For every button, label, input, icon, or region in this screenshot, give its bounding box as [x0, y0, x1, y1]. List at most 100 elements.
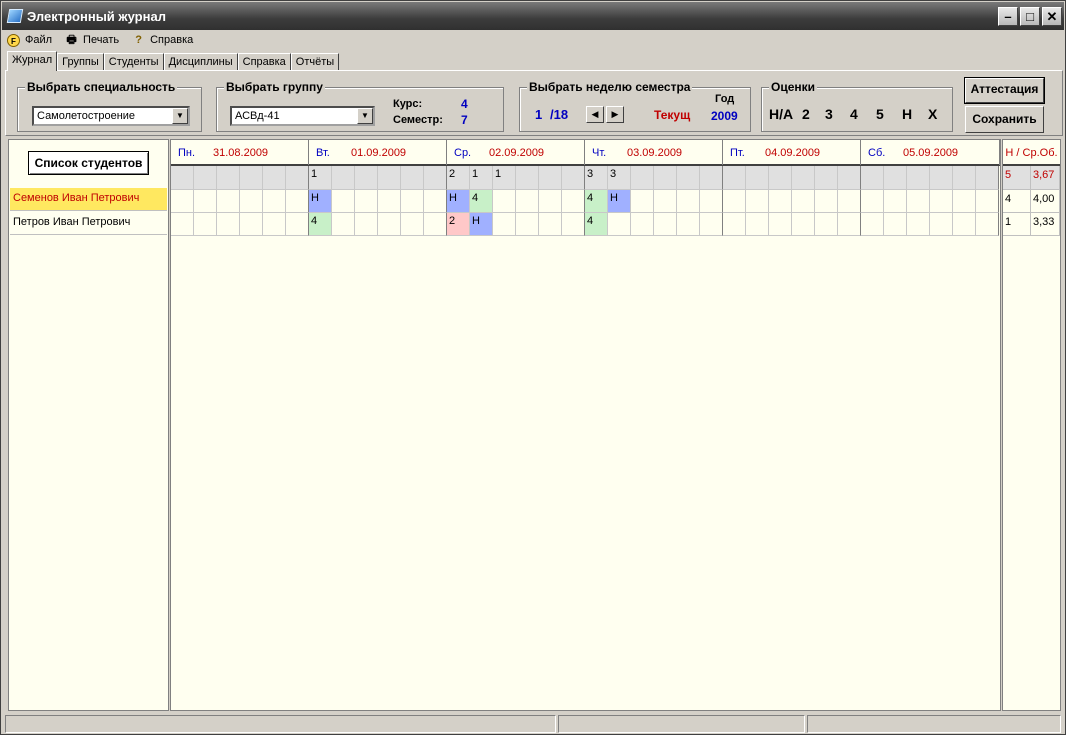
tab-journal[interactable]: Журнал: [7, 51, 58, 71]
grade-cell[interactable]: [838, 213, 861, 236]
grade-cell[interactable]: [263, 213, 286, 236]
grade-cell[interactable]: [194, 213, 217, 236]
grade-cell[interactable]: [562, 190, 585, 213]
grade-cell[interactable]: [654, 190, 677, 213]
grade-cell[interactable]: [861, 190, 884, 213]
grade-cell[interactable]: 4: [585, 213, 608, 236]
grade-cell[interactable]: [424, 190, 447, 213]
tab-reports[interactable]: Отчёты: [290, 53, 340, 71]
tab-students[interactable]: Студенты: [103, 53, 164, 71]
grade-cell[interactable]: [654, 213, 677, 236]
grade-cell[interactable]: 4: [470, 190, 493, 213]
tab-groups[interactable]: Группы: [57, 53, 104, 71]
grade-cell[interactable]: [769, 213, 792, 236]
lesson-number-cell[interactable]: [378, 166, 401, 190]
save-button[interactable]: Сохранить: [965, 106, 1044, 133]
lesson-number-cell[interactable]: [723, 166, 746, 190]
grade-cell[interactable]: [907, 213, 930, 236]
lesson-number-cell[interactable]: [424, 166, 447, 190]
lesson-number-cell[interactable]: [217, 166, 240, 190]
grade-cell[interactable]: [677, 190, 700, 213]
lesson-number-cell[interactable]: [332, 166, 355, 190]
grade-4-button[interactable]: 4: [850, 106, 858, 122]
lesson-number-cell[interactable]: [194, 166, 217, 190]
lesson-number-cell[interactable]: [700, 166, 723, 190]
grade-cell[interactable]: [355, 190, 378, 213]
grade-cell[interactable]: [378, 190, 401, 213]
chevron-down-icon[interactable]: ▼: [357, 108, 373, 124]
lesson-number-cell[interactable]: [516, 166, 539, 190]
lesson-number-cell[interactable]: 3: [608, 166, 631, 190]
grade-cell[interactable]: [493, 213, 516, 236]
lesson-number-cell[interactable]: [562, 166, 585, 190]
lesson-number-cell[interactable]: [286, 166, 309, 190]
grade-cell[interactable]: [746, 213, 769, 236]
grade-cell[interactable]: [401, 190, 424, 213]
grade-cell[interactable]: [884, 190, 907, 213]
grade-cell[interactable]: [539, 213, 562, 236]
lesson-number-cell[interactable]: 1: [309, 166, 332, 190]
grade-cell[interactable]: [838, 190, 861, 213]
grade-cell[interactable]: 2: [447, 213, 470, 236]
tab-reference[interactable]: Справка: [237, 53, 291, 71]
grade-cell[interactable]: [792, 190, 815, 213]
grade-cell[interactable]: [792, 213, 815, 236]
specialty-select[interactable]: Самолетостроение ▼: [32, 106, 190, 126]
lesson-number-cell[interactable]: 2: [447, 166, 470, 190]
grade-cell[interactable]: [976, 190, 999, 213]
lesson-number-cell[interactable]: [792, 166, 815, 190]
grade-cell[interactable]: [815, 213, 838, 236]
lesson-number-cell[interactable]: [631, 166, 654, 190]
grade-cell[interactable]: [723, 213, 746, 236]
next-week-button[interactable]: ▶: [606, 106, 624, 123]
grade-cell[interactable]: [953, 190, 976, 213]
grade-cell[interactable]: [240, 190, 263, 213]
grade-cell[interactable]: 4: [309, 213, 332, 236]
grade-cell[interactable]: [424, 213, 447, 236]
grade-cell[interactable]: [723, 190, 746, 213]
menu-file[interactable]: F Файл: [7, 33, 52, 47]
close-button[interactable]: ✕: [1042, 7, 1062, 26]
grade-cell[interactable]: [631, 190, 654, 213]
grade-cell[interactable]: [700, 213, 723, 236]
chevron-down-icon[interactable]: ▼: [172, 108, 188, 124]
attestation-button[interactable]: Аттестация: [964, 77, 1045, 104]
group-select[interactable]: АСВд-41 ▼: [230, 106, 375, 126]
grade-cell[interactable]: [194, 190, 217, 213]
grade-cell[interactable]: Н: [447, 190, 470, 213]
lesson-number-cell[interactable]: 1: [470, 166, 493, 190]
grade-cell[interactable]: [493, 190, 516, 213]
grade-cell[interactable]: 4: [585, 190, 608, 213]
grade-cell[interactable]: [263, 190, 286, 213]
grade-cell[interactable]: [884, 213, 907, 236]
grade-cell[interactable]: [401, 213, 424, 236]
lesson-number-cell[interactable]: [539, 166, 562, 190]
grade-cell[interactable]: [907, 190, 930, 213]
student-row[interactable]: Семенов Иван Петрович: [10, 188, 167, 211]
tab-disciplines[interactable]: Дисциплины: [163, 53, 238, 71]
grade-cell[interactable]: [516, 190, 539, 213]
grade-cell[interactable]: [976, 213, 999, 236]
grade-cell[interactable]: [769, 190, 792, 213]
minimize-button[interactable]: –: [998, 7, 1018, 26]
grade-cell[interactable]: [539, 190, 562, 213]
grade-cell[interactable]: [608, 213, 631, 236]
lesson-number-cell[interactable]: [263, 166, 286, 190]
lesson-number-cell[interactable]: [838, 166, 861, 190]
grade-cell[interactable]: [562, 213, 585, 236]
grade-cell[interactable]: [953, 213, 976, 236]
grade-cell[interactable]: [516, 213, 539, 236]
grade-cell[interactable]: [861, 213, 884, 236]
lesson-number-cell[interactable]: [884, 166, 907, 190]
grade-cell[interactable]: [378, 213, 401, 236]
grade-absent-button[interactable]: Н: [902, 106, 912, 122]
grade-cell[interactable]: [815, 190, 838, 213]
maximize-button[interactable]: □: [1020, 7, 1040, 26]
grade-cell[interactable]: [930, 190, 953, 213]
grade-cell[interactable]: [286, 213, 309, 236]
lesson-number-cell[interactable]: [815, 166, 838, 190]
lesson-number-cell[interactable]: [746, 166, 769, 190]
grade-cell[interactable]: [930, 213, 953, 236]
student-row[interactable]: Петров Иван Петрович: [10, 212, 167, 235]
lesson-number-cell[interactable]: [240, 166, 263, 190]
